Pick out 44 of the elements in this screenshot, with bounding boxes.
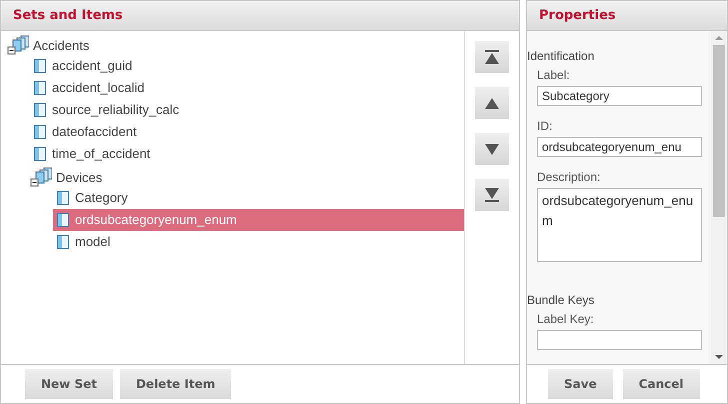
field-label: Label: — [537, 67, 571, 83]
move-top-icon — [483, 49, 501, 65]
panel-title: Properties — [539, 6, 616, 25]
tree-item[interactable]: Category — [53, 187, 464, 209]
scrollbar[interactable] — [711, 31, 727, 364]
collapse-set-icon[interactable] — [30, 167, 52, 187]
footer-button[interactable]: Save — [548, 369, 613, 399]
move-down-icon — [483, 141, 501, 157]
text-field[interactable]: ordsubcategoryenum_enu — [537, 137, 702, 157]
item-icon — [34, 103, 46, 117]
move-top-button[interactable] — [475, 41, 509, 73]
panel-title: Sets and Items — [13, 6, 123, 25]
move-up-button[interactable] — [475, 87, 509, 119]
footer-button[interactable]: New Set — [25, 369, 113, 399]
item-icon — [57, 213, 69, 227]
scrollbar-thumb[interactable] — [713, 45, 725, 217]
field-label: Label Key: — [537, 311, 595, 327]
tree-item[interactable]: model — [53, 231, 464, 253]
item-icon — [57, 235, 69, 249]
footer-button[interactable]: Delete Item — [120, 369, 232, 399]
tree-set-label[interactable]: Devices — [54, 168, 104, 187]
collapse-set-icon[interactable] — [7, 35, 29, 55]
tree-set-label[interactable]: Accidents — [31, 36, 92, 55]
tree-item[interactable]: accident_localid — [30, 77, 464, 99]
move-down-button[interactable] — [475, 133, 509, 165]
item-icon — [34, 147, 46, 161]
tree-item[interactable]: time_of_accident — [30, 143, 464, 165]
description-field[interactable]: ordsubcategoryenum_enum — [537, 188, 702, 262]
footer-button[interactable]: Cancel — [622, 369, 700, 399]
item-icon — [57, 191, 69, 205]
tree-item[interactable]: dateofaccident — [30, 121, 464, 143]
field-label: Description: — [537, 169, 602, 185]
tree-item[interactable]: accident_guid — [30, 55, 464, 77]
tree-item[interactable]: source_reliability_calc — [30, 99, 464, 121]
item-icon — [34, 125, 46, 139]
move-bottom-icon — [483, 187, 501, 203]
text-field[interactable]: Subcategory — [537, 86, 702, 106]
text-field[interactable] — [537, 330, 702, 350]
item-icon — [34, 81, 46, 95]
section-heading: Identification — [527, 48, 596, 64]
field-label: ID: — [537, 118, 554, 134]
section-heading: Bundle Keys — [527, 292, 596, 308]
item-icon — [34, 59, 46, 73]
move-bottom-button[interactable] — [475, 179, 509, 211]
